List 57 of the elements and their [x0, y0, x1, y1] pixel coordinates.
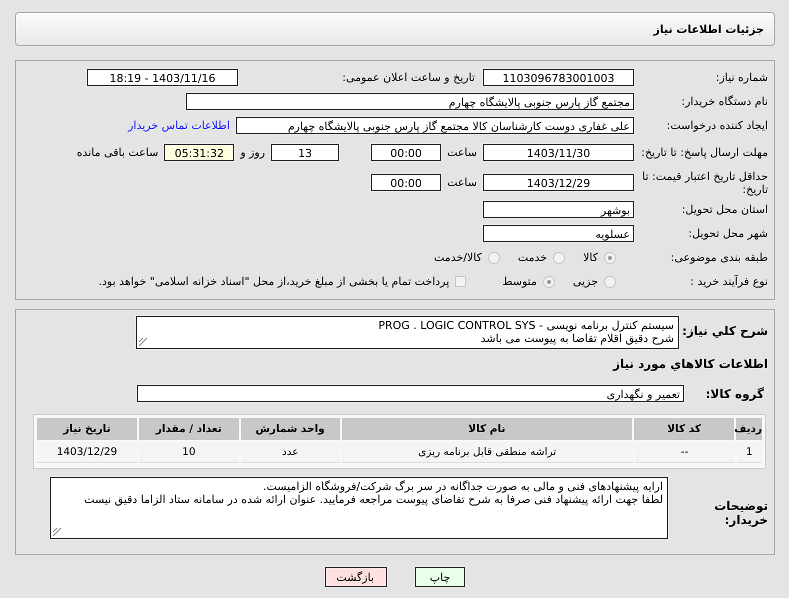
resize-grip-icon[interactable]	[53, 528, 61, 536]
radio-button[interactable]	[542, 276, 555, 288]
time-field: 00:00	[371, 174, 442, 191]
page-title: جزئیات اطلاعات نیاز	[654, 22, 764, 36]
field-label: ساعت باقی مانده	[76, 146, 160, 159]
province-field: بوشهر	[483, 201, 634, 218]
back-button[interactable]: بازگشت	[325, 567, 387, 587]
field-label: توضیحات خریدار:	[713, 498, 769, 527]
column-header: ردیف	[736, 418, 762, 440]
field-label: ایجاد کننده درخواست:	[666, 119, 769, 132]
buyer-field: مجتمع گاز پارس جنوبی پالایشگاه چهارم	[186, 93, 634, 110]
buyer-notes-textarea[interactable]: ارایه پیشنهادهای فنی و مالی به صورت جداگانه در سر برگ شرکت/فروشگاه الزامیست. لطفا جهت ارائه پیشنهاد فنی صرفا به شرح تقاضای پیوست مراجعه فرمایید. عنوان ارائه شده در سامانه ستاد الزاما دقیق نیست	[50, 477, 668, 539]
field-label: شهر محل تحویل:	[687, 227, 769, 240]
buyer-contact-link[interactable]: اطلاعات تماس خریدار	[128, 119, 230, 132]
field-label: استان محل تحویل:	[680, 203, 769, 216]
field-label: حداقل تاریخ اعتبار قیمت: تا تاریخ:	[641, 170, 769, 196]
option-label: جزیی	[572, 275, 598, 288]
column-header: تاریخ نیاز	[37, 418, 137, 440]
description-textarea[interactable]: سیستم کنترل برنامه نویسی - PROG . LOGIC CONTROL SYS شرح دقیق اقلام تقاضا به پیوست می باشد	[136, 316, 679, 349]
field-label: تاریخ و ساعت اعلان عمومی:	[341, 71, 476, 84]
print-button[interactable]: چاپ	[415, 567, 465, 587]
time-field: 00:00	[371, 144, 442, 161]
column-header: نام کالا	[342, 418, 632, 440]
radio-button[interactable]	[604, 276, 616, 288]
date-field: 1403/11/30	[483, 144, 634, 161]
field-label: نام دستگاه خریدار:	[680, 95, 769, 108]
need-number-field: 1103096783001003	[483, 69, 634, 86]
resize-grip-icon[interactable]	[139, 338, 147, 346]
field-label: نوع فرآیند خرید :	[689, 275, 769, 288]
option-label: کالا/خدمت	[434, 251, 482, 264]
field-label: شرح کلي نياز:	[681, 323, 769, 338]
field-label: ساعت	[446, 176, 478, 189]
option-label: کالا	[583, 251, 598, 264]
radio-button[interactable]	[604, 252, 616, 264]
field-label: مهلت ارسال پاسخ: تا تاریخ:	[640, 146, 769, 159]
option-label: متوسط	[502, 275, 537, 288]
days-field: 13	[271, 144, 340, 161]
section-heading: اطلاعات کالاهاي مورد نياز	[612, 357, 769, 371]
checkbox[interactable]	[455, 276, 466, 287]
city-field: عسلویه	[483, 225, 634, 242]
checkbox-label: پرداخت تمام یا بخشی از مبلغ خرید،از محل "اسناد خزانه اسلامی" خواهد بود.	[98, 275, 450, 288]
column-header: کد کالا	[634, 418, 734, 440]
column-header: تعداد / مقدار	[138, 418, 239, 440]
field-label: شماره نیاز:	[714, 71, 769, 84]
goods-group-field: تعمیر و نگهداری	[137, 385, 684, 402]
option-label: خدمت	[518, 251, 548, 264]
creator-field: علی غفاری دوست کارشناسان کالا مجتمع گاز پارس جنوبی پالایشگاه چهارم	[236, 117, 634, 134]
field-label: روز و	[238, 146, 266, 159]
column-header: واحد شمارش	[240, 418, 340, 440]
radio-button[interactable]	[553, 252, 566, 264]
announce-date-field: 1403/11/16 - 18:19	[87, 69, 238, 86]
remaining-time-field: 05:31:32	[164, 144, 234, 161]
field-label: گروه کالا:	[704, 386, 765, 400]
field-label: طبقه بندی موضوعی:	[670, 251, 769, 264]
date-field: 1403/12/29	[483, 174, 634, 191]
field-label: ساعت	[446, 146, 478, 159]
radio-button[interactable]	[488, 252, 500, 264]
